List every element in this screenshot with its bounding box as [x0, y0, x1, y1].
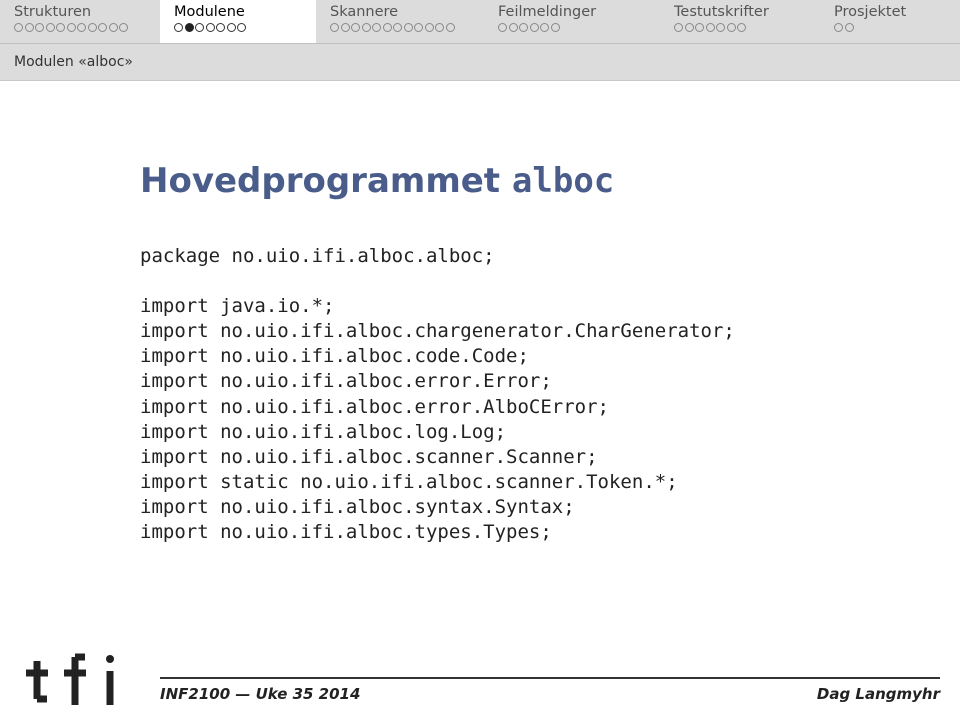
- code-line: import no.uio.ifi.alboc.scanner.Scanner;: [140, 446, 598, 468]
- progress-dot: [446, 23, 455, 32]
- progress-dot: [195, 23, 204, 32]
- nav-tab-feilmeldinger[interactable]: Feilmeldinger: [484, 0, 660, 43]
- ifi-logo-icon: [20, 649, 120, 709]
- code-line: import no.uio.ifi.alboc.code.Code;: [140, 345, 529, 367]
- progress-dot: [737, 23, 746, 32]
- progress-dot: [393, 23, 402, 32]
- progress-dots: [14, 23, 146, 32]
- progress-dots: [174, 23, 302, 32]
- nav-tab-label: Prosjektet: [834, 3, 946, 21]
- progress-dot: [404, 23, 413, 32]
- progress-dot: [174, 23, 183, 32]
- progress-dot: [35, 23, 44, 32]
- nav-tab-prosjektet[interactable]: Prosjektet: [820, 0, 960, 43]
- progress-dots: [674, 23, 806, 32]
- subheader: Modulen «alboc»: [0, 44, 960, 81]
- progress-dot: [845, 23, 854, 32]
- slide-title: Hovedprogrammet alboc: [140, 161, 960, 201]
- code-line: import no.uio.ifi.alboc.types.Types;: [140, 521, 552, 543]
- progress-dot: [67, 23, 76, 32]
- progress-dot: [425, 23, 434, 32]
- progress-dot: [674, 23, 683, 32]
- progress-dot: [530, 23, 539, 32]
- progress-dot: [351, 23, 360, 32]
- top-nav: Strukturen Modulene Skannere Feilmeldinger T…: [0, 0, 960, 44]
- progress-dot: [227, 23, 236, 32]
- nav-tab-label: Testutskrifter: [674, 3, 806, 21]
- progress-dot: [706, 23, 715, 32]
- nav-tab-label: Strukturen: [14, 3, 146, 21]
- footer-left: INF2100 — Uke 35 2014: [160, 685, 360, 703]
- nav-tab-skannere[interactable]: Skannere: [316, 0, 484, 43]
- progress-dot: [56, 23, 65, 32]
- progress-dots: [498, 23, 646, 32]
- code-line: import no.uio.ifi.alboc.chargenerator.Ch…: [140, 320, 735, 342]
- progress-dot: [185, 23, 194, 32]
- slide-content: Hovedprogrammet alboc package no.uio.ifi…: [0, 81, 960, 545]
- progress-dot: [98, 23, 107, 32]
- code-line: import no.uio.ifi.alboc.error.Error;: [140, 370, 552, 392]
- nav-tab-label: Feilmeldinger: [498, 3, 646, 21]
- footer-right: Dag Langmyhr: [817, 685, 940, 703]
- progress-dot: [695, 23, 704, 32]
- nav-tab-testutskrifter[interactable]: Testutskrifter: [660, 0, 820, 43]
- progress-dot: [551, 23, 560, 32]
- code-line: import java.io.*;: [140, 295, 334, 317]
- title-text: Hovedprogrammet: [140, 161, 512, 201]
- code-line: import static no.uio.ifi.alboc.scanner.T…: [140, 471, 678, 493]
- footer: INF2100 — Uke 35 2014 Dag Langmyhr: [0, 649, 960, 709]
- nav-tab-strukturen[interactable]: Strukturen: [0, 0, 160, 43]
- code-line: package no.uio.ifi.alboc.alboc;: [140, 245, 495, 267]
- code-block: package no.uio.ifi.alboc.alboc; import j…: [140, 219, 960, 545]
- progress-dots: [834, 23, 946, 32]
- progress-dot: [237, 23, 246, 32]
- progress-dot: [727, 23, 736, 32]
- progress-dot: [119, 23, 128, 32]
- progress-dot: [341, 23, 350, 32]
- progress-dot: [383, 23, 392, 32]
- progress-dot: [88, 23, 97, 32]
- progress-dot: [540, 23, 549, 32]
- progress-dot: [716, 23, 725, 32]
- progress-dots: [330, 23, 470, 32]
- title-mono: alboc: [512, 161, 614, 201]
- progress-dot: [216, 23, 225, 32]
- progress-dot: [46, 23, 55, 32]
- progress-dot: [519, 23, 528, 32]
- progress-dot: [14, 23, 23, 32]
- progress-dot: [834, 23, 843, 32]
- progress-dot: [509, 23, 518, 32]
- code-line: import no.uio.ifi.alboc.syntax.Syntax;: [140, 496, 575, 518]
- progress-dot: [109, 23, 118, 32]
- progress-dot: [498, 23, 507, 32]
- progress-dot: [206, 23, 215, 32]
- progress-dot: [77, 23, 86, 32]
- code-line: import no.uio.ifi.alboc.log.Log;: [140, 421, 506, 443]
- progress-dot: [330, 23, 339, 32]
- progress-dot: [372, 23, 381, 32]
- progress-dot: [435, 23, 444, 32]
- progress-dot: [414, 23, 423, 32]
- code-line: import no.uio.ifi.alboc.error.AlboCError…: [140, 396, 609, 418]
- nav-tab-modulene[interactable]: Modulene: [160, 0, 316, 43]
- progress-dot: [685, 23, 694, 32]
- progress-dot: [25, 23, 34, 32]
- footer-line: INF2100 — Uke 35 2014 Dag Langmyhr: [160, 677, 940, 703]
- progress-dot: [362, 23, 371, 32]
- nav-tab-label: Modulene: [174, 3, 302, 21]
- nav-tab-label: Skannere: [330, 3, 470, 21]
